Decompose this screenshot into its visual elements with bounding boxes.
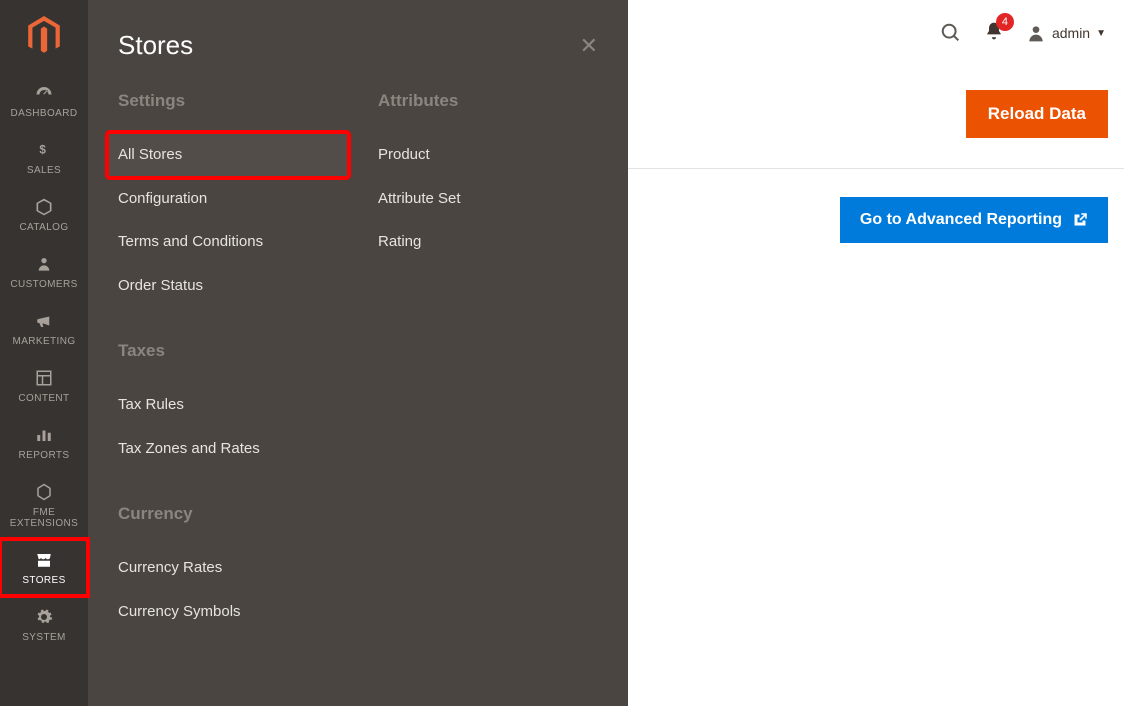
nav-marketing[interactable]: Marketing bbox=[0, 300, 88, 357]
nav-label: Dashboard bbox=[11, 108, 78, 119]
hexagon-icon bbox=[32, 481, 56, 503]
submenu-header: Stores ✕ bbox=[88, 18, 628, 91]
nav-sales[interactable]: $ Sales bbox=[0, 129, 88, 186]
menu-rating[interactable]: Rating bbox=[368, 220, 608, 264]
external-link-icon bbox=[1072, 212, 1088, 228]
notifications-bell[interactable]: 4 bbox=[984, 21, 1004, 46]
person-icon bbox=[32, 253, 56, 275]
menu-configuration[interactable]: Configuration bbox=[108, 177, 348, 221]
nav-reports[interactable]: Reports bbox=[0, 414, 88, 471]
advanced-reporting-button[interactable]: Go to Advanced Reporting bbox=[840, 197, 1108, 243]
nav-dashboard[interactable]: Dashboard bbox=[0, 72, 88, 129]
cube-icon bbox=[32, 196, 56, 218]
dashboard-icon bbox=[32, 82, 56, 104]
menu-tax-rules[interactable]: Tax Rules bbox=[108, 383, 348, 427]
notification-badge: 4 bbox=[996, 13, 1014, 31]
section-title: Attributes bbox=[378, 91, 598, 111]
section-title: Currency bbox=[118, 504, 338, 524]
bar-chart-icon bbox=[32, 424, 56, 446]
storefront-icon bbox=[32, 549, 56, 571]
magento-logo[interactable] bbox=[24, 14, 64, 58]
section-attributes: Attributes Product Attribute Set Rating bbox=[378, 91, 598, 264]
nav-fme-extensions[interactable]: FME Extensions bbox=[0, 471, 88, 539]
gear-icon bbox=[32, 606, 56, 628]
menu-terms-and-conditions[interactable]: Terms and Conditions bbox=[108, 220, 348, 264]
nav-label: Content bbox=[18, 393, 69, 404]
nav-content[interactable]: Content bbox=[0, 357, 88, 414]
nav-label: Catalog bbox=[19, 222, 68, 233]
user-name: admin bbox=[1052, 25, 1090, 41]
close-icon[interactable]: ✕ bbox=[580, 33, 598, 59]
nav-label: System bbox=[22, 632, 66, 643]
menu-currency-symbols[interactable]: Currency Symbols bbox=[108, 590, 348, 634]
menu-currency-rates[interactable]: Currency Rates bbox=[108, 546, 348, 590]
user-menu[interactable]: admin ▼ bbox=[1026, 23, 1106, 43]
section-title: Settings bbox=[118, 91, 338, 111]
section-title: Taxes bbox=[118, 341, 338, 361]
nav-label: Customers bbox=[10, 279, 77, 290]
nav-system[interactable]: System bbox=[0, 596, 88, 653]
nav-label: Reports bbox=[19, 450, 70, 461]
section-taxes: Taxes Tax Rules Tax Zones and Rates bbox=[118, 341, 338, 470]
layout-icon bbox=[32, 367, 56, 389]
advanced-reporting-label: Go to Advanced Reporting bbox=[860, 211, 1062, 229]
reload-data-button[interactable]: Reload Data bbox=[966, 90, 1108, 138]
nav-label: FME Extensions bbox=[0, 507, 88, 529]
svg-text:$: $ bbox=[39, 144, 46, 157]
chevron-down-icon: ▼ bbox=[1096, 28, 1106, 39]
nav-label: Sales bbox=[27, 165, 61, 176]
submenu-title: Stores bbox=[118, 30, 193, 61]
nav-catalog[interactable]: Catalog bbox=[0, 186, 88, 243]
dollar-icon: $ bbox=[32, 139, 56, 161]
search-icon[interactable] bbox=[940, 22, 962, 44]
admin-sidebar: Dashboard $ Sales Catalog Customers Mark… bbox=[0, 0, 88, 706]
nav-label: Stores bbox=[22, 575, 65, 586]
menu-order-status[interactable]: Order Status bbox=[108, 264, 348, 308]
menu-attribute-set[interactable]: Attribute Set bbox=[368, 177, 608, 221]
nav-customers[interactable]: Customers bbox=[0, 243, 88, 300]
nav-stores[interactable]: Stores bbox=[0, 539, 88, 596]
section-currency: Currency Currency Rates Currency Symbols bbox=[118, 504, 338, 633]
megaphone-icon bbox=[32, 310, 56, 332]
menu-tax-zones-rates[interactable]: Tax Zones and Rates bbox=[108, 427, 348, 471]
section-settings: Settings All Stores Configuration Terms … bbox=[118, 91, 338, 307]
nav-label: Marketing bbox=[12, 336, 75, 347]
menu-all-stores[interactable]: All Stores bbox=[108, 133, 348, 177]
menu-product[interactable]: Product bbox=[368, 133, 608, 177]
stores-submenu: Stores ✕ Settings All Stores Configurati… bbox=[88, 0, 628, 706]
